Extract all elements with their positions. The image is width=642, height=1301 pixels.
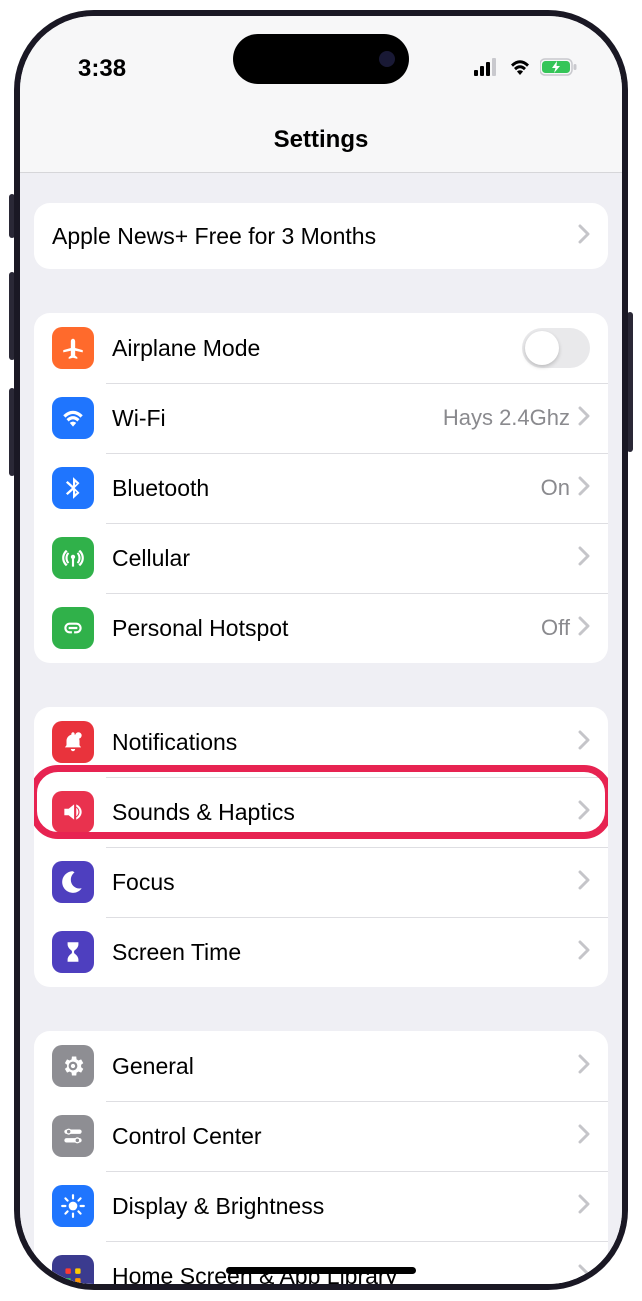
chevron-right-icon <box>578 1124 590 1149</box>
speaker-icon <box>52 791 94 833</box>
phone-frame: 3:38 Settings Apple News+ Free for 3 Mon… <box>14 10 628 1290</box>
focus-row[interactable]: Focus <box>34 847 608 917</box>
sliders-icon <box>52 1115 94 1157</box>
display-brightness-row[interactable]: Display & Brightness <box>34 1171 608 1241</box>
camera-dot <box>379 51 395 67</box>
wifi-icon <box>508 58 532 81</box>
general-label: General <box>112 1053 578 1080</box>
bell-icon <box>52 721 94 763</box>
wifi-settings-icon <box>52 397 94 439</box>
chevron-right-icon <box>578 800 590 825</box>
general-row[interactable]: General <box>34 1031 608 1101</box>
chevron-right-icon <box>578 730 590 755</box>
chevron-right-icon <box>578 1194 590 1219</box>
chevron-right-icon <box>578 406 590 431</box>
chevron-right-icon <box>578 476 590 501</box>
page-title: Settings <box>20 102 622 173</box>
chevron-right-icon <box>578 1054 590 1079</box>
status-time: 3:38 <box>78 55 126 83</box>
notifications-row[interactable]: Notifications <box>34 707 608 777</box>
airplane-icon <box>52 327 94 369</box>
wifi-row[interactable]: Wi-Fi Hays 2.4Ghz <box>34 383 608 453</box>
chevron-right-icon <box>578 224 590 249</box>
alerts-group: Notifications Sounds & Haptics Focus <box>34 707 608 987</box>
chevron-right-icon <box>578 870 590 895</box>
battery-charging-icon <box>540 58 578 81</box>
promo-label: Apple News+ Free for 3 Months <box>52 223 578 250</box>
control-center-label: Control Center <box>112 1123 578 1150</box>
screen: 3:38 Settings Apple News+ Free for 3 Mon… <box>20 16 622 1284</box>
airplane-mode-switch[interactable] <box>522 328 590 368</box>
chevron-right-icon <box>578 1264 590 1285</box>
moon-icon <box>52 861 94 903</box>
bluetooth-icon <box>52 467 94 509</box>
screentime-label: Screen Time <box>112 939 578 966</box>
chevron-right-icon <box>578 940 590 965</box>
wifi-value: Hays 2.4Ghz <box>443 405 570 431</box>
chevron-right-icon <box>578 616 590 641</box>
bluetooth-row[interactable]: Bluetooth On <box>34 453 608 523</box>
bluetooth-value: On <box>541 475 570 501</box>
connectivity-group: Airplane Mode Wi-Fi Hays 2.4Ghz Bluetoot… <box>34 313 608 663</box>
display-label: Display & Brightness <box>112 1193 578 1220</box>
hotspot-row[interactable]: Personal Hotspot Off <box>34 593 608 663</box>
notifications-label: Notifications <box>112 729 578 756</box>
focus-label: Focus <box>112 869 578 896</box>
screen-time-row[interactable]: Screen Time <box>34 917 608 987</box>
cellular-signal-icon <box>474 58 500 81</box>
hotspot-label: Personal Hotspot <box>112 615 541 642</box>
antenna-icon <box>52 537 94 579</box>
airplane-label: Airplane Mode <box>112 335 522 362</box>
bluetooth-label: Bluetooth <box>112 475 541 502</box>
home-screen-row[interactable]: Home Screen & App Library <box>34 1241 608 1284</box>
apple-news-promo-row[interactable]: Apple News+ Free for 3 Months <box>34 203 608 269</box>
wifi-label: Wi-Fi <box>112 405 443 432</box>
chevron-right-icon <box>578 546 590 571</box>
general-group: General Control Center Display & Brightn… <box>34 1031 608 1284</box>
cellular-label: Cellular <box>112 545 578 572</box>
sun-icon <box>52 1185 94 1227</box>
cellular-row[interactable]: Cellular <box>34 523 608 593</box>
grid-icon <box>52 1255 94 1284</box>
dynamic-island <box>233 34 409 84</box>
home-indicator[interactable] <box>226 1267 416 1274</box>
control-center-row[interactable]: Control Center <box>34 1101 608 1171</box>
hotspot-value: Off <box>541 615 570 641</box>
link-icon <box>52 607 94 649</box>
sounds-haptics-row[interactable]: Sounds & Haptics <box>34 777 608 847</box>
hourglass-icon <box>52 931 94 973</box>
airplane-mode-row[interactable]: Airplane Mode <box>34 313 608 383</box>
gear-icon <box>52 1045 94 1087</box>
sounds-label: Sounds & Haptics <box>112 799 578 826</box>
promo-group: Apple News+ Free for 3 Months <box>34 203 608 269</box>
settings-scroll[interactable]: Apple News+ Free for 3 Months Airplane M… <box>20 173 622 1284</box>
